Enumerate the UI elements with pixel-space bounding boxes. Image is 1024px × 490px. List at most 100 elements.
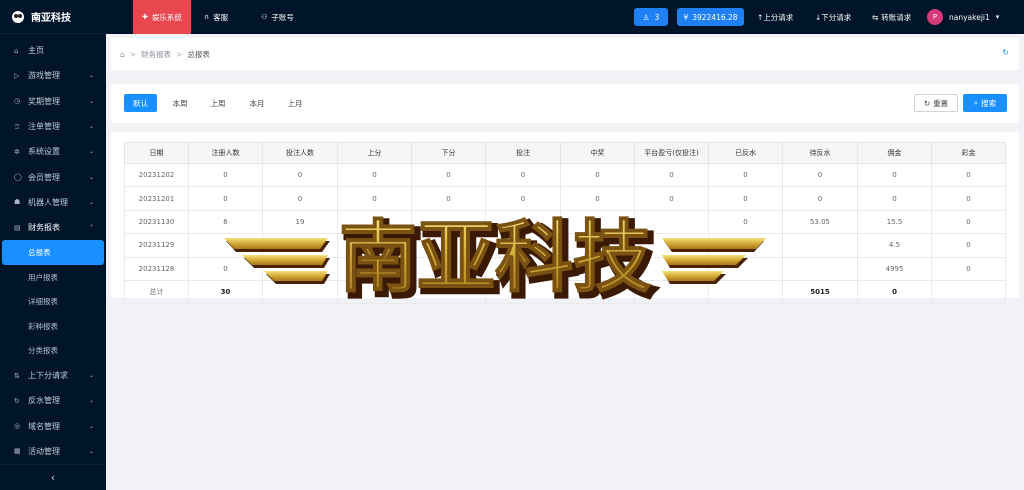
table-cell: 0 xyxy=(857,162,932,188)
tab-label: 子账号 xyxy=(271,12,294,22)
table-cell xyxy=(485,209,561,235)
table-cell: 0 xyxy=(485,256,561,281)
column-header: 日期 xyxy=(124,142,189,164)
table-cell xyxy=(634,209,709,235)
wallet-icon: ▤ xyxy=(14,223,21,232)
table-cell: 0 xyxy=(337,162,412,188)
table-cell xyxy=(188,233,263,258)
total-cell xyxy=(931,279,1006,305)
sidebar-item-label: 注单管理 xyxy=(28,122,60,132)
sidebar-item[interactable]: ♖ 注单管理 ⌄ xyxy=(0,114,106,139)
table-cell xyxy=(782,233,858,258)
sidebar: 南亚科技 ⌂ 主页 ▷ 游戏管理 ⌄ ◷ 奖期管理 ⌄ ♖ 注单管理 ⌄ ✲ 系统设置 ⌄ ◯ 会员管理 ⌄ ☗ 机… xyxy=(0,0,106,490)
column-header: 下分 xyxy=(411,142,486,164)
sidebar-item[interactable]: ▤ 财务报表 ⌃ xyxy=(0,215,106,240)
chevron-down-icon: ⌄ xyxy=(88,97,94,105)
table-cell: 4995 xyxy=(857,256,932,281)
sidebar-item[interactable]: ✲ 系统设置 ⌄ xyxy=(0,139,106,164)
table-cell: 15.5 xyxy=(857,209,932,235)
table-cell: 0 xyxy=(560,186,635,211)
sidebar-item[interactable]: ↻ 反水管理 ⌄ xyxy=(0,388,106,413)
sidebar-item-label: 会员管理 xyxy=(28,172,60,182)
clock-icon: ◷ xyxy=(14,97,21,106)
home-icon[interactable]: ⌂ xyxy=(120,50,125,59)
total-cell xyxy=(560,279,635,305)
column-header: 投注人数 xyxy=(262,142,338,164)
reset-button[interactable]: ↻ 重置 xyxy=(914,94,958,112)
total-cell: 5015 xyxy=(782,279,858,305)
table-cell: 0 xyxy=(560,162,635,188)
tab-last-week[interactable]: 上周 xyxy=(202,94,234,112)
transfer-icon: ⇅ xyxy=(14,371,20,380)
panda-logo-icon xyxy=(12,10,24,23)
tab-this-week[interactable]: 本周 xyxy=(164,94,196,112)
table-row: 20231128 0 0 4995 0 xyxy=(124,256,1006,281)
table-row: 20231201 0 0 0 0 0 0 0 0 0 0 0 xyxy=(124,186,1006,211)
sidebar-menu: ⌂ 主页 ▷ 游戏管理 ⌄ ◷ 奖期管理 ⌄ ♖ 注单管理 ⌄ ✲ 系统设置 ⌄ ◯ 会员管理 ⌄ ☗ 机器人管理 ⌄… xyxy=(0,34,106,464)
tab-entertainment-system[interactable]: ✚ 娱乐系统 xyxy=(133,0,191,34)
search-button[interactable]: ⌕ 搜索 xyxy=(963,94,1007,112)
tab-sub-accounts[interactable]: ⚇ 子账号 xyxy=(251,0,304,34)
sidebar-item[interactable]: ☗ 机器人管理 ⌄ xyxy=(0,190,106,215)
sidebar-subitem[interactable]: 分类报表 xyxy=(0,338,106,363)
table-cell: 0 xyxy=(188,186,263,211)
sidebar-subitem[interactable]: 详细报表 xyxy=(0,289,106,314)
table-cell: 0 xyxy=(485,162,561,188)
refresh-icon[interactable]: ↻ xyxy=(1002,48,1009,57)
total-cell xyxy=(485,279,561,305)
search-icon: ⌕ xyxy=(973,98,979,107)
table-cell: 0 xyxy=(708,186,783,211)
sidebar-item[interactable]: ▷ 游戏管理 ⌄ xyxy=(0,63,106,88)
sidebar-item[interactable]: ◎ 域名管理 ⌄ xyxy=(0,413,106,438)
withdraw-requests-link[interactable]: ↓ 下分请求 xyxy=(815,12,851,23)
sidebar-item[interactable]: ⌂ 主页 xyxy=(0,38,106,63)
sidebar-item-label: 上下分请求 xyxy=(28,371,68,381)
search-label: 搜索 xyxy=(981,98,997,108)
column-header: 注册人数 xyxy=(188,142,263,164)
tab-customer-service[interactable]: ∩ 客服 xyxy=(194,0,238,34)
tab-default[interactable]: 默认 xyxy=(124,94,157,112)
table-cell: 0 xyxy=(485,186,561,211)
sidebar-item[interactable]: ⇅ 上下分请求 ⌄ xyxy=(0,363,106,388)
balance-badge[interactable]: ¥ 3922416.28 xyxy=(677,8,744,26)
chevron-down-icon: ⌄ xyxy=(88,422,94,430)
sidebar-subitem[interactable]: 用户报表 xyxy=(0,265,106,290)
logo[interactable]: 南亚科技 xyxy=(0,0,106,34)
collapse-sidebar-button[interactable]: ‹ xyxy=(0,464,106,490)
sidebar-item-label: 活动管理 xyxy=(28,446,60,456)
sidebar-item-label: 机器人管理 xyxy=(28,197,68,207)
online-count: 3 xyxy=(654,12,660,22)
brand-name: 南亚科技 xyxy=(31,13,71,24)
table-cell: 0 xyxy=(708,209,783,235)
table-cell: 0 xyxy=(411,186,486,211)
tab-this-month[interactable]: 本月 xyxy=(241,94,273,112)
breadcrumb-item[interactable]: 财务报表 xyxy=(141,49,171,60)
sidebar-subitem[interactable]: 彩种报表 xyxy=(0,314,106,339)
chevron-down-icon: ⌄ xyxy=(88,72,94,80)
users-icon: ⚇ xyxy=(261,13,268,21)
column-header: 中奖 xyxy=(560,142,635,164)
table-cell: 20231130 xyxy=(124,209,189,235)
column-header: 上分 xyxy=(337,142,412,164)
robot-icon: ☗ xyxy=(14,198,21,207)
caret-down-icon: ▾ xyxy=(995,13,1000,21)
sidebar-item[interactable]: ▦ 活动管理 ⌄ xyxy=(0,439,106,464)
username: nanyakeji1 xyxy=(949,12,990,22)
sidebar-item[interactable]: ◯ 会员管理 ⌄ xyxy=(0,164,106,189)
tab-last-month[interactable]: 上月 xyxy=(279,94,311,112)
transfer-requests-link[interactable]: ⇆ 转账请求 xyxy=(872,12,911,23)
table-cell: 20231202 xyxy=(124,162,189,188)
play-icon: ▷ xyxy=(14,71,20,80)
table-cell xyxy=(337,256,412,281)
reset-label: 重置 xyxy=(933,98,949,108)
sidebar-subitem[interactable]: 总报表 xyxy=(2,240,104,265)
table-cell xyxy=(708,233,783,258)
online-count-badge[interactable]: ♙ 3 xyxy=(634,8,668,26)
sidebar-item[interactable]: ◷ 奖期管理 ⌄ xyxy=(0,89,106,114)
trophy-icon: ♖ xyxy=(14,122,21,131)
chevron-down-icon: ⌄ xyxy=(88,148,94,156)
user-menu[interactable]: P nanyakeji1 ▾ xyxy=(927,9,999,25)
home-icon: ⌂ xyxy=(14,46,19,55)
deposit-requests-link[interactable]: ↑ 上分请求 xyxy=(757,12,793,23)
column-header: 佣金 xyxy=(857,142,932,164)
